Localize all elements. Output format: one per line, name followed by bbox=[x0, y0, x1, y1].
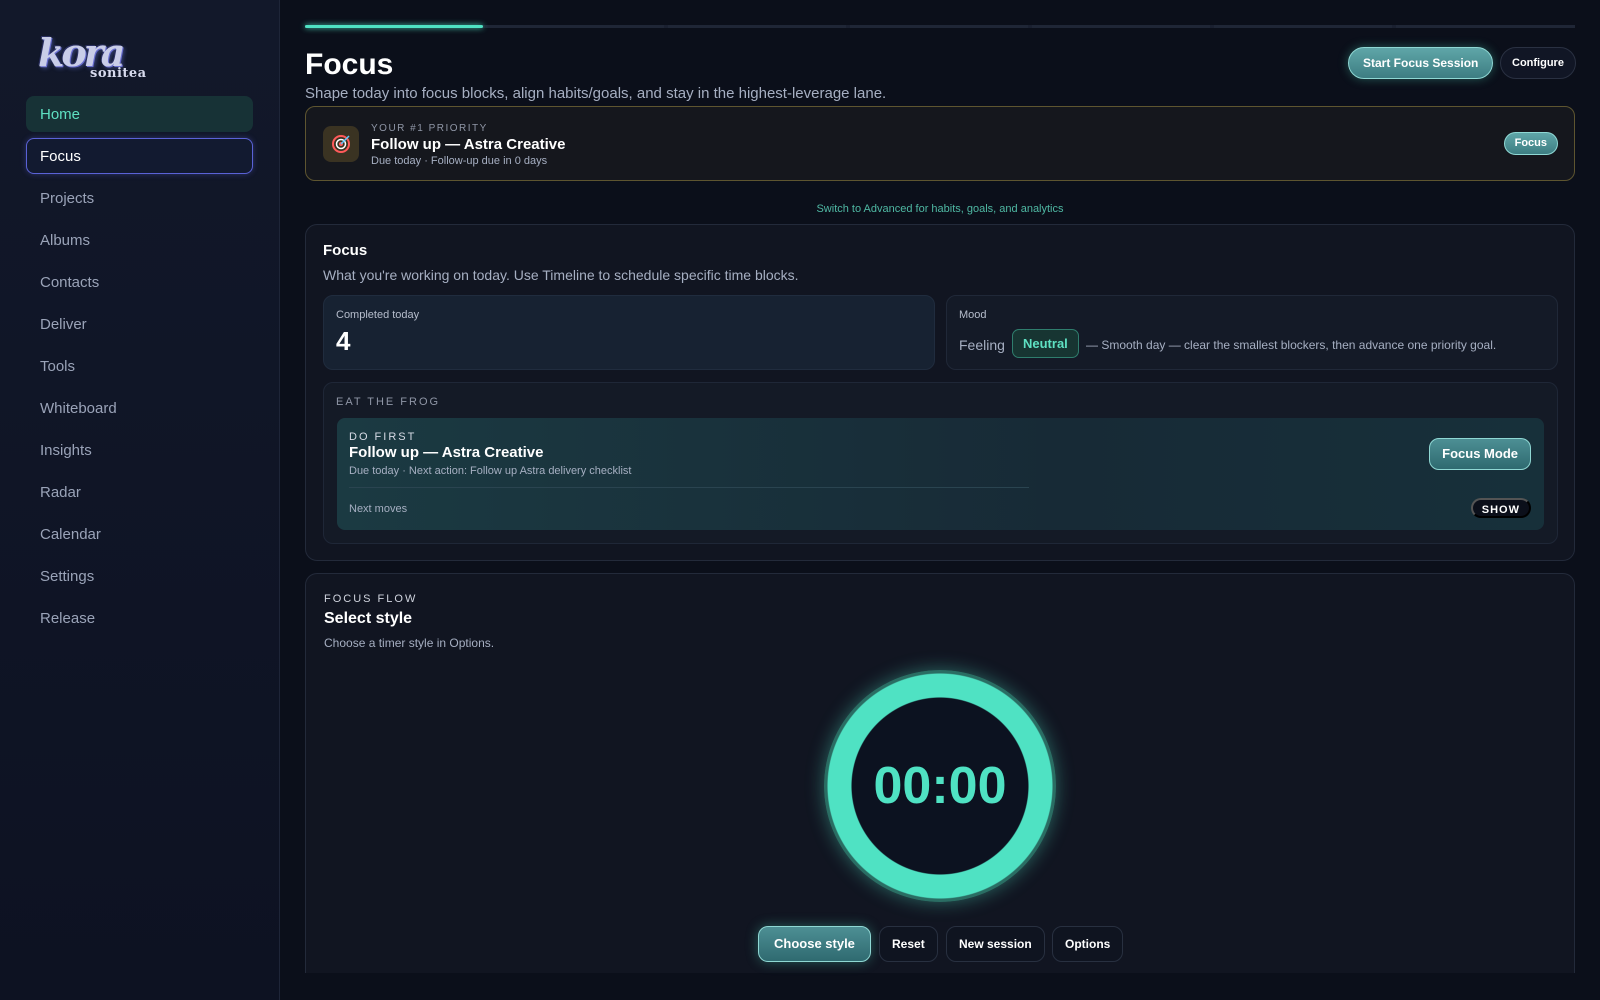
mood-badge[interactable]: Neutral bbox=[1012, 329, 1079, 358]
mood-description: — Smooth day — clear the smallest blocke… bbox=[1086, 338, 1497, 352]
do-first-meta: Due today · Next action: Follow up Astra… bbox=[349, 465, 632, 477]
completed-today-stat: Completed today 4 bbox=[323, 295, 935, 370]
focus-mode-button[interactable]: Focus Mode bbox=[1429, 438, 1531, 470]
sidebar: kora sonitea Home Focus Projects Albums … bbox=[0, 0, 280, 1000]
focus-flow-subtitle: Choose a timer style in Options. bbox=[324, 636, 495, 650]
target-icon bbox=[323, 126, 359, 162]
priority-title: Follow up — Astra Creative bbox=[371, 136, 566, 153]
page-title: Focus bbox=[305, 48, 394, 81]
next-moves-label: Next moves bbox=[349, 503, 408, 515]
main-content: Focus Shape today into focus blocks, ali… bbox=[305, 0, 1576, 1000]
step-segment bbox=[1396, 25, 1575, 28]
options-button[interactable]: Options bbox=[1052, 926, 1124, 962]
reset-button[interactable]: Reset bbox=[879, 926, 938, 962]
sidebar-item-release[interactable]: Release bbox=[26, 600, 253, 636]
sidebar-item-home[interactable]: Home bbox=[26, 96, 253, 132]
show-next-moves-button[interactable]: SHOW bbox=[1470, 498, 1531, 518]
sidebar-item-whiteboard[interactable]: Whiteboard bbox=[26, 390, 253, 426]
step-segment bbox=[1214, 25, 1392, 28]
sidebar-item-settings[interactable]: Settings bbox=[26, 558, 253, 594]
sidebar-item-tools[interactable]: Tools bbox=[26, 348, 253, 384]
sidebar-item-focus[interactable]: Focus bbox=[26, 138, 253, 174]
new-session-button[interactable]: New session bbox=[946, 926, 1045, 962]
focus-card: Focus What you're working on today. Use … bbox=[305, 224, 1575, 561]
step-progress bbox=[305, 25, 1575, 28]
do-first-card: DO FIRST Follow up — Astra Creative Due … bbox=[337, 418, 1544, 530]
eat-the-frog-eyebrow: EAT THE FROG bbox=[336, 396, 441, 408]
focus-card-title: Focus bbox=[323, 242, 368, 259]
brand-logo[interactable]: kora sonitea bbox=[38, 30, 158, 86]
completed-today-value: 4 bbox=[336, 326, 351, 356]
do-first-eyebrow: DO FIRST bbox=[349, 431, 417, 443]
divider bbox=[349, 487, 1029, 488]
completed-today-label: Completed today bbox=[336, 309, 420, 321]
target-icon-graphic bbox=[332, 135, 350, 153]
page-subtitle: Shape today into focus blocks, align hab… bbox=[305, 85, 887, 102]
sidebar-item-deliver[interactable]: Deliver bbox=[26, 306, 253, 342]
step-segment bbox=[850, 25, 1028, 28]
mood-feeling-label: Feeling bbox=[959, 337, 1005, 353]
sidebar-nav: Home Focus Projects Albums Contacts Deli… bbox=[26, 96, 253, 636]
configure-button[interactable]: Configure bbox=[1500, 47, 1576, 79]
focus-flow-card: FOCUS FLOW Select style Choose a timer s… bbox=[305, 573, 1575, 973]
mood-label: Mood bbox=[959, 309, 987, 321]
sidebar-item-albums[interactable]: Albums bbox=[26, 222, 253, 258]
priority-focus-button[interactable]: Focus bbox=[1503, 132, 1558, 155]
step-segment bbox=[1032, 25, 1210, 28]
sidebar-item-projects[interactable]: Projects bbox=[26, 180, 253, 216]
timer-display: 00:00 bbox=[873, 757, 1007, 815]
switch-advanced-link[interactable]: Switch to Advanced for habits, goals, an… bbox=[305, 203, 1575, 215]
priority-eyebrow: YOUR #1 PRIORITY bbox=[371, 123, 488, 134]
logo-subtext: sonitea bbox=[90, 66, 147, 81]
focus-flow-eyebrow: FOCUS FLOW bbox=[324, 593, 418, 605]
step-segment bbox=[486, 25, 664, 28]
step-segment bbox=[668, 25, 846, 28]
focus-card-subtitle: What you're working on today. Use Timeli… bbox=[323, 267, 799, 283]
mood-panel: Mood Feeling Neutral — Smooth day — clea… bbox=[946, 295, 1558, 370]
sidebar-item-radar[interactable]: Radar bbox=[26, 474, 253, 510]
start-focus-session-button[interactable]: Start Focus Session bbox=[1348, 47, 1494, 79]
do-first-title: Follow up — Astra Creative bbox=[349, 444, 544, 461]
sidebar-item-insights[interactable]: Insights bbox=[26, 432, 253, 468]
priority-meta: Due today · Follow-up due in 0 days bbox=[371, 155, 548, 167]
step-progress-fill bbox=[305, 25, 483, 28]
eat-the-frog-panel: EAT THE FROG DO FIRST Follow up — Astra … bbox=[323, 382, 1558, 544]
choose-style-button[interactable]: Choose style bbox=[758, 926, 871, 962]
priority-card: YOUR #1 PRIORITY Follow up — Astra Creat… bbox=[305, 106, 1575, 181]
sidebar-item-calendar[interactable]: Calendar bbox=[26, 516, 253, 552]
focus-flow-title: Select style bbox=[324, 610, 413, 627]
sidebar-item-contacts[interactable]: Contacts bbox=[26, 264, 253, 300]
